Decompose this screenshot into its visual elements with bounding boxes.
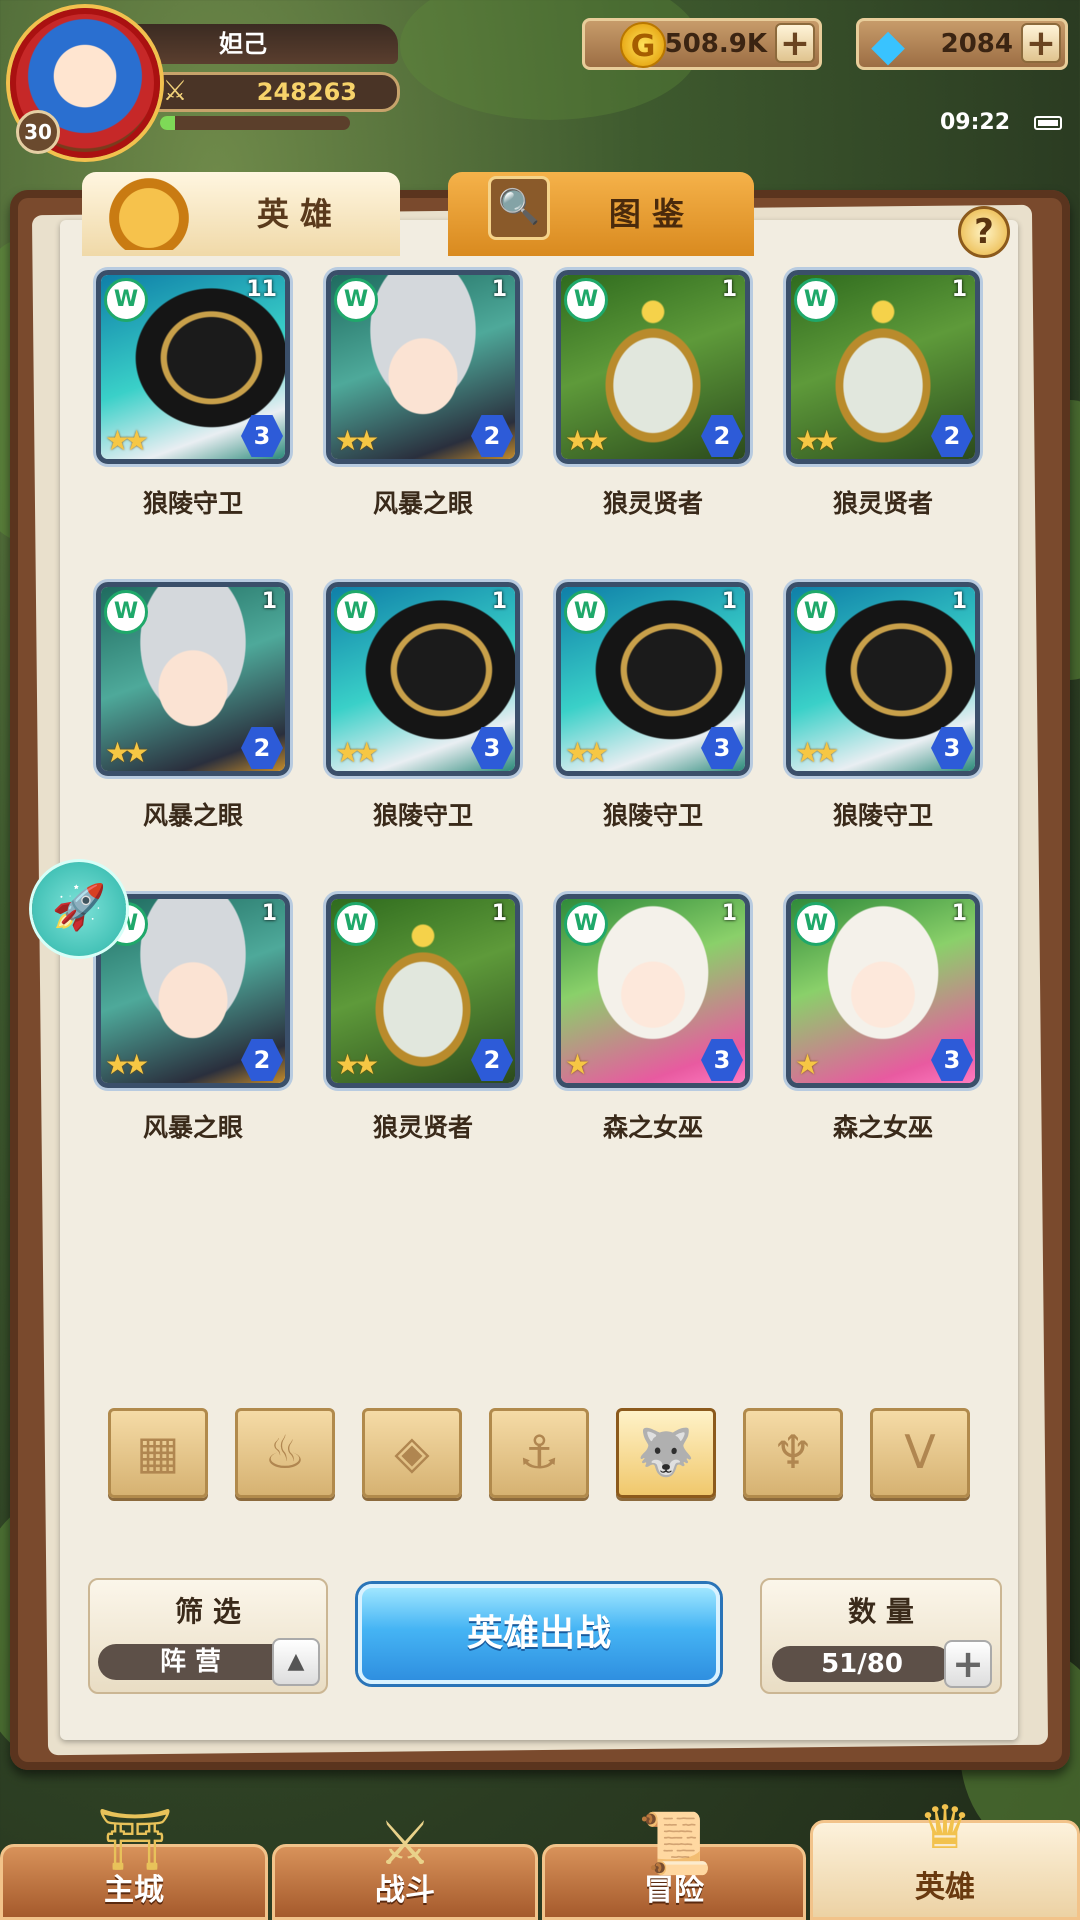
hero-card[interactable]: W 1 ★★ 2 [326, 270, 520, 464]
star-rating: ★★ [795, 736, 839, 769]
filter-v-wing-icon[interactable]: V [870, 1408, 970, 1498]
star-rating: ★★ [565, 736, 609, 769]
hero-name: 狼灵贤者 [372, 1113, 473, 1142]
hero-card[interactable]: W 1 ★★ 2 [96, 582, 290, 776]
star-rating: ★★ [335, 736, 379, 769]
filter-flame-icon[interactable]: ♨ [235, 1408, 335, 1498]
battery-icon [1034, 116, 1062, 130]
hero-count: 1 [951, 277, 967, 302]
star-rating: ★★ [335, 424, 379, 457]
wolf-faction-icon: W [104, 278, 148, 322]
filter-horns-icon[interactable]: ♆ [743, 1408, 843, 1498]
hero-name: 森之女巫 [832, 1113, 933, 1142]
hero-crest-icon: ♛ [918, 1793, 972, 1863]
filter-box: 筛 选 阵 营 ▲ [88, 1578, 328, 1694]
hero-count: 1 [491, 901, 507, 926]
expand-capacity-button[interactable]: + [944, 1640, 992, 1688]
hero-card[interactable]: W 1 ★ 3 [786, 894, 980, 1088]
deploy-heroes-button[interactable]: 英雄出战 [358, 1584, 720, 1684]
scroll-map-icon: 📜 [637, 1809, 713, 1879]
gold-counter: 508.9K + [582, 18, 822, 70]
add-gems-button[interactable]: + [1021, 23, 1061, 63]
hero-count: 1 [721, 589, 737, 614]
hero-name: 风暴之眼 [372, 489, 473, 518]
hero-count: 1 [491, 589, 507, 614]
crossed-swords-icon: ⚔ [378, 1809, 432, 1879]
star-rating: ★★ [105, 424, 149, 457]
wolf-faction-icon: W [794, 590, 838, 634]
hero-count: 1 [951, 901, 967, 926]
hero-name: 狼灵贤者 [602, 489, 703, 518]
hero-card[interactable]: W 1 ★★ 2 [96, 894, 290, 1088]
filter-diamond-icon[interactable]: ◈ [362, 1408, 462, 1498]
hero-card[interactable]: W 1 ★★ 3 [556, 582, 750, 776]
add-gold-button[interactable]: + [775, 23, 815, 63]
player-name: 妲己 [128, 24, 398, 64]
star-rating: ★ [795, 1048, 820, 1081]
hero-count: 1 [721, 901, 737, 926]
wolf-faction-icon: W [564, 902, 608, 946]
diamond-icon: ◆ [871, 20, 905, 71]
capacity-value: 51/80 [772, 1646, 952, 1682]
magnifier-icon: 🔍 [488, 176, 550, 240]
star-rating: ★★ [335, 1048, 379, 1081]
castle-gate-icon: ⛩ [96, 1805, 174, 1875]
hero-name: 风暴之眼 [142, 1113, 243, 1142]
hero-name: 狼陵守卫 [832, 801, 933, 830]
hero-card[interactable]: W 1 ★★ 3 [786, 582, 980, 776]
hero-name: 风暴之眼 [142, 801, 243, 830]
wolf-faction-icon: W [334, 590, 378, 634]
wolf-faction-icon: W [334, 902, 378, 946]
hero-name: 狼陵守卫 [602, 801, 703, 830]
hero-count: 1 [721, 277, 737, 302]
gold-coin-icon: G [620, 22, 666, 68]
star-rating: ★★ [565, 424, 609, 457]
hero-name: 狼灵贤者 [832, 489, 933, 518]
star-rating: ★★ [795, 424, 839, 457]
hero-card[interactable]: W 1 ★ 3 [556, 894, 750, 1088]
wolf-faction-icon: W [104, 590, 148, 634]
chevron-up-icon[interactable]: ▲ [272, 1638, 320, 1686]
capacity-box: 数 量 51/80 + [760, 1578, 1002, 1694]
wolf-faction-icon: W [564, 590, 608, 634]
capacity-label: 数 量 [848, 1595, 914, 1628]
hero-name: 狼陵守卫 [372, 801, 473, 830]
filter-label: 筛 选 [175, 1595, 241, 1628]
star-rating: ★ [565, 1048, 590, 1081]
filter-grid-icon[interactable]: ▦ [108, 1408, 208, 1498]
filter-wolf-head-icon[interactable]: 🐺 [616, 1408, 716, 1498]
hero-count: 1 [491, 277, 507, 302]
clock: 09:22 [940, 110, 1011, 135]
help-button[interactable]: ? [958, 206, 1010, 258]
hero-name: 森之女巫 [602, 1113, 703, 1142]
wolf-faction-icon: W [794, 902, 838, 946]
hero-card[interactable]: W 1 ★★ 3 [326, 582, 520, 776]
wolf-faction-icon: W [564, 278, 608, 322]
hero-count: 1 [261, 589, 277, 614]
hero-card[interactable]: W 11 ★★ 3 [96, 270, 290, 464]
hero-count: 1 [951, 589, 967, 614]
exp-bar [160, 116, 350, 130]
star-rating: ★★ [105, 1048, 149, 1081]
hero-count: 11 [246, 277, 277, 302]
hero-count: 1 [261, 901, 277, 926]
filter-anchor-icon[interactable]: ⚓ [489, 1408, 589, 1498]
wolf-faction-icon: W [334, 278, 378, 322]
hero-card[interactable]: W 1 ★★ 2 [326, 894, 520, 1088]
player-level: 30 [16, 110, 60, 154]
crossed-swords-icon: ⚔ [162, 74, 188, 107]
helmet-icon [104, 170, 194, 250]
wolf-faction-icon: W [794, 278, 838, 322]
hero-card[interactable]: W 1 ★★ 2 [786, 270, 980, 464]
rocket-icon[interactable]: 🚀 [32, 862, 126, 956]
hero-card[interactable]: W 1 ★★ 2 [556, 270, 750, 464]
star-rating: ★★ [105, 736, 149, 769]
hero-name: 狼陵守卫 [142, 489, 243, 518]
exp-fill [160, 116, 176, 130]
